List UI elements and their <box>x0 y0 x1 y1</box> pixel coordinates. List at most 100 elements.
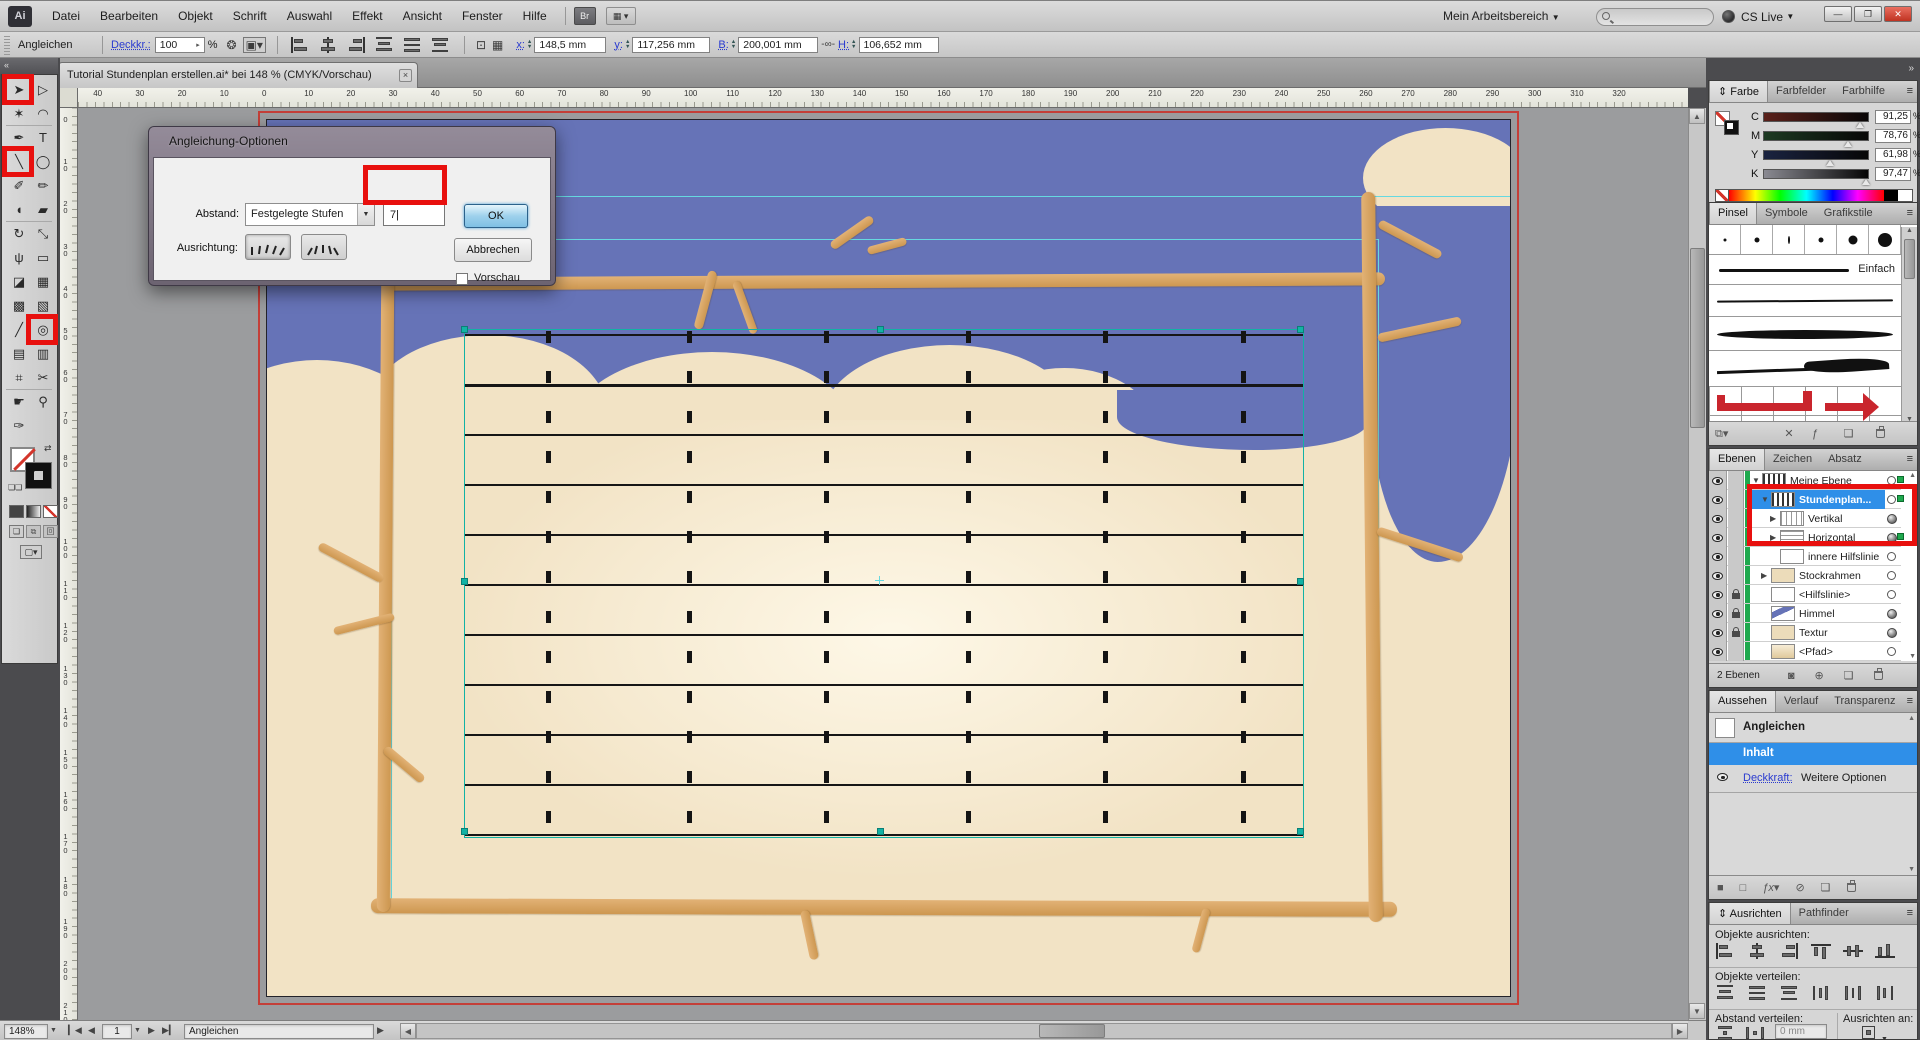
default-fill-stroke-icon[interactable]: ❏❏ <box>8 483 22 492</box>
align-right-icon[interactable] <box>1779 943 1801 959</box>
lock-cell[interactable] <box>1728 642 1744 661</box>
layer-main[interactable]: ▶Stockrahmen <box>1750 566 1885 585</box>
calligraphic-brush[interactable] <box>1741 225 1773 254</box>
visibility-cell[interactable] <box>1709 566 1727 585</box>
tab-aussehen[interactable]: Aussehen <box>1709 691 1776 712</box>
lock-cell[interactable] <box>1728 471 1744 490</box>
ellipse-tool[interactable]: ◯ <box>32 151 54 173</box>
workspace-switcher[interactable]: Mein Arbeitsbereich ▼ <box>1443 1 1560 33</box>
visibility-cell[interactable] <box>1709 642 1727 661</box>
status-popup-icon[interactable]: ▶ <box>377 1025 384 1036</box>
target-icon[interactable] <box>1887 609 1897 619</box>
visibility-icon[interactable] <box>1712 610 1723 618</box>
channel-value-Y[interactable]: 61,98 <box>1875 148 1911 162</box>
menu-effekt[interactable]: Effekt <box>342 1 392 31</box>
tab-pathfinder[interactable]: Pathfinder <box>1791 903 1857 924</box>
slider-thumb[interactable] <box>1844 141 1852 147</box>
y-stepper[interactable]: ▲▼ <box>625 40 630 49</box>
visibility-cell[interactable] <box>1709 471 1727 490</box>
appearance-row-contents[interactable]: Inhalt <box>1709 743 1917 765</box>
appearance-row-opacity[interactable]: Deckkraft: Weitere Optionen <box>1709 765 1917 793</box>
zoom-tool[interactable]: ⚲ <box>32 391 54 413</box>
tab-zeichen[interactable]: Zeichen <box>1765 449 1820 470</box>
tab-ausrichten[interactable]: ⇕ Ausrichten <box>1709 903 1791 924</box>
visibility-cell[interactable] <box>1709 585 1727 604</box>
calligraphic-brush[interactable] <box>1869 225 1901 254</box>
charcoal-brush-row[interactable] <box>1709 285 1901 317</box>
dist-vcenter-icon[interactable] <box>402 37 424 53</box>
hand-tool[interactable]: ☛ <box>8 391 30 413</box>
visibility-icon[interactable] <box>1712 534 1723 542</box>
align-left-icon[interactable] <box>1715 943 1737 959</box>
vertical-scroll-thumb[interactable] <box>1690 248 1705 428</box>
free-transform-tool[interactable]: ▭ <box>32 247 54 269</box>
new-sublayer-icon[interactable]: ⊕ <box>1814 669 1823 682</box>
scroll-left-icon[interactable]: ◀ <box>400 1023 416 1039</box>
calligraphic-brush[interactable] <box>1805 225 1837 254</box>
visibility-cell[interactable] <box>1709 509 1727 528</box>
align-right-icon[interactable] <box>346 37 368 53</box>
layer-main[interactable]: Himmel <box>1750 604 1885 623</box>
zoom-level[interactable]: 148% <box>4 1024 48 1039</box>
orientation-align-page-button[interactable] <box>245 234 291 260</box>
preview-checkbox[interactable] <box>456 273 468 285</box>
y-link[interactable]: y: <box>614 39 623 51</box>
channel-slider-C[interactable] <box>1763 112 1869 122</box>
align-bottom-icon[interactable] <box>1875 943 1897 959</box>
layer-row-stockrahmen[interactable]: ▶Stockrahmen <box>1709 566 1901 585</box>
scroll-up-icon[interactable]: ▲ <box>1689 108 1705 124</box>
chain-link-icon[interactable]: -∞- <box>821 39 835 50</box>
menu-hilfe[interactable]: Hilfe <box>513 1 557 31</box>
scroll-up-icon[interactable]: ▲ <box>1902 227 1917 234</box>
panel-menu-icon[interactable]: ≡ <box>1907 453 1913 465</box>
remove-brush-stroke-icon[interactable]: ✕ <box>1784 427 1793 440</box>
dist-right-icon[interactable] <box>1875 985 1897 1001</box>
visibility-icon[interactable] <box>1712 496 1723 504</box>
next-page-icon[interactable]: ▶ <box>148 1025 155 1036</box>
spacing-dropdown[interactable]: Festgelegte Stufen ▼ <box>245 203 375 226</box>
dist-top-icon[interactable] <box>374 37 396 53</box>
selection-handle[interactable] <box>1297 578 1304 585</box>
perspective-grid-tool[interactable]: ▦ <box>32 271 54 293</box>
visibility-icon[interactable] <box>1712 648 1723 656</box>
lasso-tool[interactable]: ◠ <box>32 103 54 125</box>
prev-page-icon[interactable]: ◀ <box>88 1025 95 1036</box>
layer-main[interactable]: innere Hilfslinie <box>1750 547 1885 566</box>
lock-cell[interactable] <box>1728 604 1744 623</box>
width-input[interactable]: 200,001 mm <box>738 37 818 53</box>
horizontal-scrollbar[interactable] <box>416 1023 1672 1039</box>
target-icon[interactable] <box>1887 552 1896 561</box>
draw-inside-mode-button[interactable]: 回 <box>43 525 58 538</box>
align-vcenter-icon[interactable] <box>1843 943 1865 959</box>
orientation-align-path-button[interactable] <box>301 234 347 260</box>
selection-handle[interactable] <box>1297 828 1304 835</box>
panel-menu-icon[interactable]: ≡ <box>1907 85 1913 97</box>
visibility-icon[interactable] <box>1712 477 1723 485</box>
selection-handle[interactable] <box>1297 326 1304 333</box>
brush-libraries-icon[interactable]: ⧉▾ <box>1715 427 1728 441</box>
bridge-button[interactable]: Br <box>574 7 596 25</box>
tab-ebenen[interactable]: Ebenen <box>1709 449 1765 470</box>
delete-item-icon[interactable] <box>1847 883 1856 892</box>
layer-main[interactable]: <Pfad> <box>1750 642 1885 661</box>
tab-farbfelder[interactable]: Farbfelder <box>1768 81 1834 102</box>
selection-bounding-box[interactable] <box>464 329 1304 838</box>
blob-brush-tool[interactable]: ◖ <box>8 199 30 221</box>
arrow-brush-row[interactable] <box>1709 387 1901 421</box>
layer-expander-icon[interactable]: ▶ <box>1761 571 1767 580</box>
cs-live[interactable]: CS Live ▼ <box>1722 1 1794 32</box>
status-field[interactable]: Angleichen <box>184 1024 374 1039</box>
new-effect-icon[interactable]: ƒx▾ <box>1762 881 1779 894</box>
clear-appearance-icon[interactable]: ⊘ <box>1795 881 1804 894</box>
visibility-icon[interactable] <box>1712 515 1723 523</box>
layer-main[interactable]: <Hilfslinie> <box>1750 585 1885 604</box>
height-link[interactable]: H: <box>838 39 849 51</box>
tab-pinsel[interactable]: Pinsel <box>1709 203 1757 224</box>
selection-handle[interactable] <box>877 326 884 333</box>
style-dropdown-icon[interactable]: ▣▾ <box>243 37 266 53</box>
align-left-icon[interactable] <box>290 37 312 53</box>
lock-cell[interactable] <box>1728 547 1744 566</box>
swap-fill-stroke-icon[interactable]: ⇄ <box>44 443 52 454</box>
layer-row-hilfslinie[interactable]: <Hilfslinie> <box>1709 585 1901 604</box>
lock-cell[interactable] <box>1728 490 1744 509</box>
